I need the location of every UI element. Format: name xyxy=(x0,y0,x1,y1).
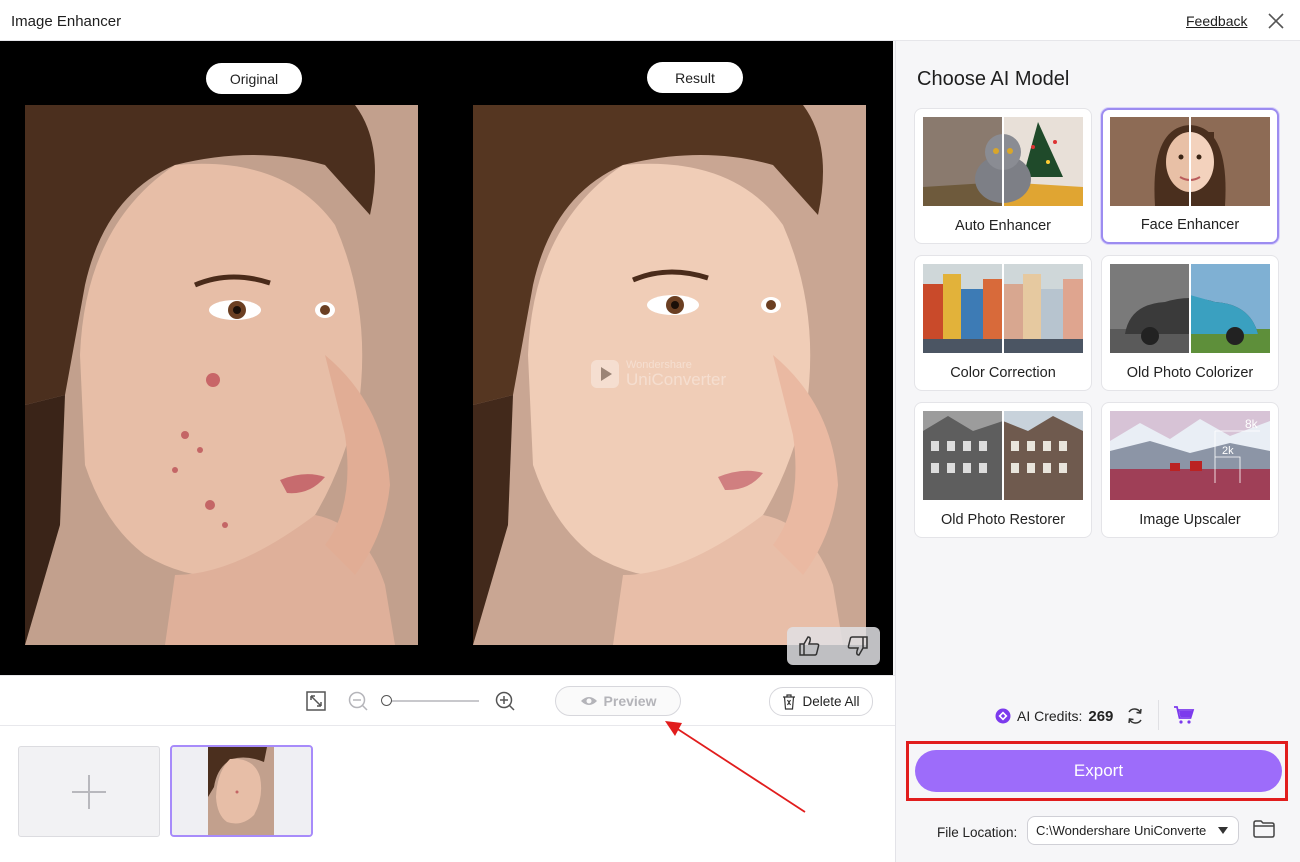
thumbs-up-icon[interactable] xyxy=(798,635,822,657)
cart-icon[interactable] xyxy=(1173,705,1195,725)
original-image xyxy=(25,105,418,645)
image-thumbnail[interactable] xyxy=(170,745,313,837)
ai-credits: AI Credits: 269 xyxy=(995,706,1145,726)
model-label: Image Upscaler xyxy=(1139,512,1241,528)
title-bar: Image Enhancer Feedback xyxy=(0,0,1300,41)
eye-icon xyxy=(580,697,597,705)
model-label: Auto Enhancer xyxy=(955,218,1051,234)
zoom-slider-handle[interactable] xyxy=(381,695,392,706)
upscale-8k-badge: 8k xyxy=(1245,417,1259,431)
model-card-face-enhancer[interactable]: Face Enhancer xyxy=(1101,108,1279,244)
close-icon[interactable] xyxy=(1266,11,1286,31)
old-photo-colorizer-thumbnail xyxy=(1110,264,1270,353)
zoom-slider[interactable] xyxy=(384,700,479,702)
window-title: Image Enhancer xyxy=(11,13,122,30)
watermark: Wondershare UniConverter xyxy=(590,359,726,389)
delete-all-label: Delete All xyxy=(802,694,860,709)
add-image-button[interactable] xyxy=(18,746,160,837)
model-label: Color Correction xyxy=(950,365,1056,381)
color-correction-thumbnail xyxy=(923,264,1083,353)
old-photo-restorer-thumbnail xyxy=(923,411,1083,500)
watermark-text: Wondershare UniConverter xyxy=(626,359,726,389)
chevron-down-icon[interactable] xyxy=(1218,827,1228,835)
zoom-out-icon[interactable] xyxy=(347,690,369,712)
upscale-2k-badge: 2k xyxy=(1222,445,1234,457)
model-card-image-upscaler[interactable]: 8k 2k Image Upscaler xyxy=(1101,402,1279,538)
model-card-old-photo-colorizer[interactable]: Old Photo Colorizer xyxy=(1101,255,1279,391)
model-label: Face Enhancer xyxy=(1140,217,1240,233)
feedback-link[interactable]: Feedback xyxy=(1186,13,1247,29)
refresh-icon[interactable] xyxy=(1125,706,1145,726)
model-card-auto-enhancer[interactable]: Auto Enhancer xyxy=(914,108,1092,244)
export-panel: AI Credits: 269 Export File Location: C:… xyxy=(895,675,1300,862)
export-button[interactable]: Export xyxy=(915,750,1282,792)
file-location-label: File Location: xyxy=(937,825,1018,840)
file-location-value: C:\Wondershare UniConverte xyxy=(1036,823,1207,838)
original-label: Original xyxy=(206,63,302,94)
model-label: Old Photo Colorizer xyxy=(1126,365,1254,381)
credits-value: 269 xyxy=(1088,707,1114,725)
trash-icon xyxy=(783,693,796,710)
rating-box xyxy=(787,627,880,665)
model-label: Old Photo Restorer xyxy=(940,512,1066,528)
file-location-select[interactable]: C:\Wondershare UniConverte xyxy=(1027,816,1239,845)
plus-icon xyxy=(72,774,106,809)
image-upscaler-thumbnail: 8k 2k xyxy=(1110,411,1270,500)
face-enhancer-thumbnail xyxy=(1110,117,1270,206)
preview-button-label: Preview xyxy=(603,693,657,709)
folder-icon[interactable] xyxy=(1253,820,1275,838)
model-card-old-photo-restorer[interactable]: Old Photo Restorer xyxy=(914,402,1092,538)
separator xyxy=(1158,700,1159,730)
uniconverter-logo-icon xyxy=(591,360,619,388)
panel-heading: Choose AI Model xyxy=(917,68,1070,90)
annotation-arrow xyxy=(665,721,806,813)
credits-icon xyxy=(995,708,1011,724)
credits-label: AI Credits: xyxy=(1017,708,1083,724)
zoom-in-icon[interactable] xyxy=(494,690,516,712)
watermark-line2: UniConverter xyxy=(626,370,727,389)
thumbnail-image xyxy=(172,747,311,835)
preview-area: Original Result Wondershare UniConverter xyxy=(0,41,893,675)
thumbs-down-icon[interactable] xyxy=(845,635,869,657)
auto-enhancer-thumbnail xyxy=(923,117,1083,206)
ai-model-panel: Choose AI Model Auto Enhancer Face Enhan… xyxy=(895,41,1300,675)
fit-screen-icon[interactable] xyxy=(305,690,327,712)
result-label: Result xyxy=(647,62,743,93)
model-card-color-correction[interactable]: Color Correction xyxy=(914,255,1092,391)
